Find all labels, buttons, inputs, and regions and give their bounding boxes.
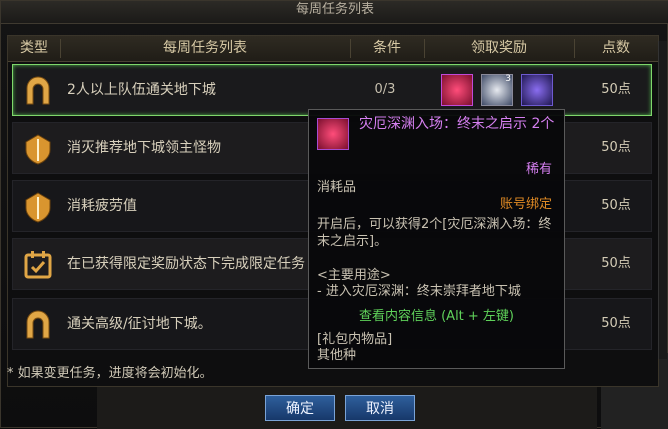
shield-emblem-icon [25, 134, 51, 165]
quest-condition: 0/3 [374, 82, 396, 97]
shield-emblem-icon [25, 192, 51, 223]
table-header: 类型 每周任务列表 条件 领取奖励 点数 [8, 36, 658, 62]
header-condition: 条件 [373, 40, 401, 56]
reward-abyss-ticket-icon[interactable] [441, 74, 473, 106]
tooltip-description: 开启后，可以获得2个[灾厄深渊入场：终末之启示]。 [317, 217, 552, 249]
arch-gate-icon [26, 310, 50, 339]
tooltip-rarity: 稀有 [525, 162, 552, 177]
quest-text: 2人以上队伍通关地下城 [67, 82, 216, 98]
tooltip-bind-status: 账号绑定 [499, 197, 552, 212]
quest-points: 50点 [601, 82, 631, 97]
window-title: 每周任务列表 [1, 1, 668, 24]
reward-orb-icon[interactable] [521, 74, 553, 106]
reward-quantity: 3 [505, 74, 511, 84]
header-quest: 每周任务列表 [163, 40, 247, 56]
quest-text: 在已获得限定奖励状态下完成限定任务 [67, 256, 305, 272]
table-scrollbar[interactable] [658, 41, 667, 359]
reset-warning-note: * 如果变更任务，进度将会初始化。 [7, 366, 213, 381]
tooltip-content-hint: 查看内容信息 (Alt + 左键) [358, 309, 515, 324]
quest-points: 50点 [601, 316, 631, 331]
tooltip-usage: - 进入灾厄深渊：终末崇拜者地下城 [317, 284, 521, 299]
tooltip-pack-header: [礼包内物品] [317, 332, 393, 347]
abyss-ticket-icon [317, 118, 349, 150]
quest-text: 消灭推荐地下城领主怪物 [67, 140, 221, 156]
header-points: 点数 [602, 40, 630, 56]
tooltip-pack-contents: [礼包内物品] 其他种 [317, 332, 392, 364]
weekly-quest-window: 每周任务列表 类型 每周任务列表 条件 领取奖励 点数 2人以上队伍通关地下城 … [0, 0, 668, 429]
quest-points: 50点 [601, 140, 631, 155]
reward-gear-icon[interactable]: 3 [481, 74, 513, 106]
cancel-button[interactable]: 取消 [345, 395, 415, 421]
tooltip-item-type: 消耗品 [317, 180, 357, 195]
quest-points: 50点 [601, 198, 631, 213]
tooltip-pack-item: 其他种 [317, 348, 357, 363]
quest-points: 50点 [601, 256, 631, 271]
header-type: 类型 [20, 40, 48, 56]
calendar-check-icon [24, 251, 52, 279]
confirm-button[interactable]: 确定 [265, 395, 335, 421]
arch-gate-icon [26, 76, 50, 105]
item-tooltip: 灾厄深渊入场：终末之启示 2个 稀有 消耗品 账号绑定 开启后，可以获得2个[灾… [308, 109, 565, 369]
quest-text: 消耗疲劳值 [67, 198, 137, 214]
tooltip-item-name: 灾厄深渊入场：终末之启示 2个 [359, 116, 555, 132]
quest-text: 通关高级/征讨地下城。 [67, 316, 212, 332]
header-reward: 领取奖励 [471, 40, 527, 56]
